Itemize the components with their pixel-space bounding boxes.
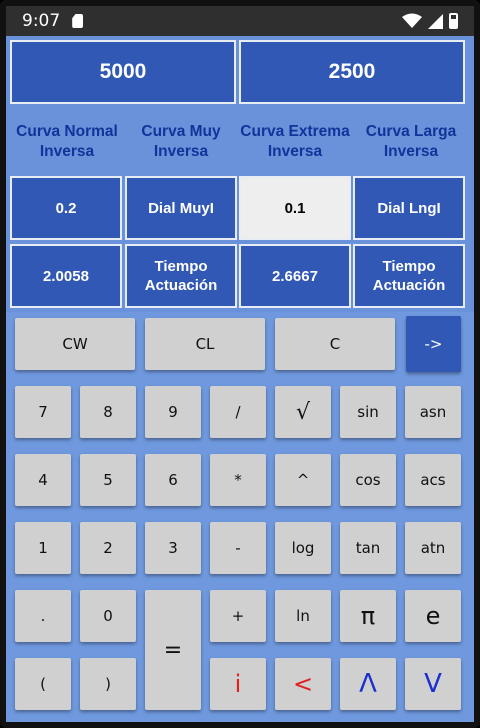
signal-icon (428, 13, 443, 29)
arrow-button[interactable]: -> (406, 316, 461, 372)
key-cos[interactable]: cos (340, 454, 396, 506)
sd-card-icon (72, 14, 84, 28)
key-7[interactable]: 7 (15, 386, 71, 438)
key-imaginary[interactable]: i (210, 658, 266, 710)
tiempo-actuacion-muy-button[interactable]: Tiempo Actuación (125, 244, 237, 308)
status-icons (402, 13, 458, 29)
key-0[interactable]: 0 (80, 590, 136, 642)
key-right-paren[interactable]: ) (80, 658, 136, 710)
key-acs[interactable]: acs (405, 454, 461, 506)
key-1[interactable]: 1 (15, 522, 71, 574)
key-add[interactable]: + (210, 590, 266, 642)
time-normal-value: 2.0058 (10, 244, 122, 308)
wifi-icon (402, 13, 422, 28)
curve-muy-label: Curva Muy Inversa (141, 123, 221, 160)
key-e[interactable]: e (405, 590, 461, 642)
dial-extrema-field[interactable]: 0.1 (239, 176, 351, 240)
key-pi[interactable]: π (340, 590, 396, 642)
key-divide[interactable]: / (210, 386, 266, 438)
key-log[interactable]: log (275, 522, 331, 574)
time-extrema-value: 2.6667 (239, 244, 351, 308)
key-atn[interactable]: atn (405, 522, 461, 574)
key-9[interactable]: 9 (145, 386, 201, 438)
key-equals[interactable]: = (145, 590, 201, 710)
c-button[interactable]: C (275, 318, 395, 370)
key-sqrt[interactable]: √ (275, 386, 331, 438)
key-3[interactable]: 3 (145, 522, 201, 574)
key-6[interactable]: 6 (145, 454, 201, 506)
display-value-2[interactable]: 2500 (239, 40, 465, 104)
key-2[interactable]: 2 (80, 522, 136, 574)
tiempo-actuacion-larga-button[interactable]: Tiempo Actuación (353, 244, 465, 308)
key-5[interactable]: 5 (80, 454, 136, 506)
key-4[interactable]: 4 (15, 454, 71, 506)
key-or[interactable]: V (405, 658, 461, 710)
key-and[interactable]: Λ (340, 658, 396, 710)
dial-muy-button[interactable]: Dial MuyI (125, 176, 237, 240)
relay-panel: 5000 2500 Curva Normal Inversa Curva Muy I… (6, 36, 474, 312)
device-frame: 9:07 5000 2500 Curva Normal Inversa Curva… (0, 0, 480, 728)
key-ln[interactable]: ln (275, 590, 331, 642)
key-asn[interactable]: asn (405, 386, 461, 438)
battery-icon (449, 13, 458, 29)
key-8[interactable]: 8 (80, 386, 136, 438)
key-left-paren[interactable]: ( (15, 658, 71, 710)
key-tan[interactable]: tan (340, 522, 396, 574)
curve-larga-label: Curva Larga Inversa (365, 123, 457, 160)
key-power[interactable]: ^ (275, 454, 331, 506)
status-bar: 9:07 (6, 6, 474, 36)
dial-larga-button[interactable]: Dial LngI (353, 176, 465, 240)
curve-normal-label: Curva Normal Inversa (16, 123, 118, 160)
dial-normal-field[interactable]: 0.2 (10, 176, 122, 240)
status-time: 9:07 (22, 11, 61, 31)
curve-extrema-label: Curva Extrema Inversa (240, 123, 350, 160)
calculator-app: 5000 2500 Curva Normal Inversa Curva Muy I… (6, 36, 474, 722)
key-subtract[interactable]: - (210, 522, 266, 574)
cw-button[interactable]: CW (15, 318, 135, 370)
key-decimal[interactable]: . (15, 590, 71, 642)
key-less-than[interactable]: < (275, 658, 331, 710)
key-sin[interactable]: sin (340, 386, 396, 438)
key-multiply[interactable]: * (210, 454, 266, 506)
display-value-1[interactable]: 5000 (10, 40, 236, 104)
cl-button[interactable]: CL (145, 318, 265, 370)
